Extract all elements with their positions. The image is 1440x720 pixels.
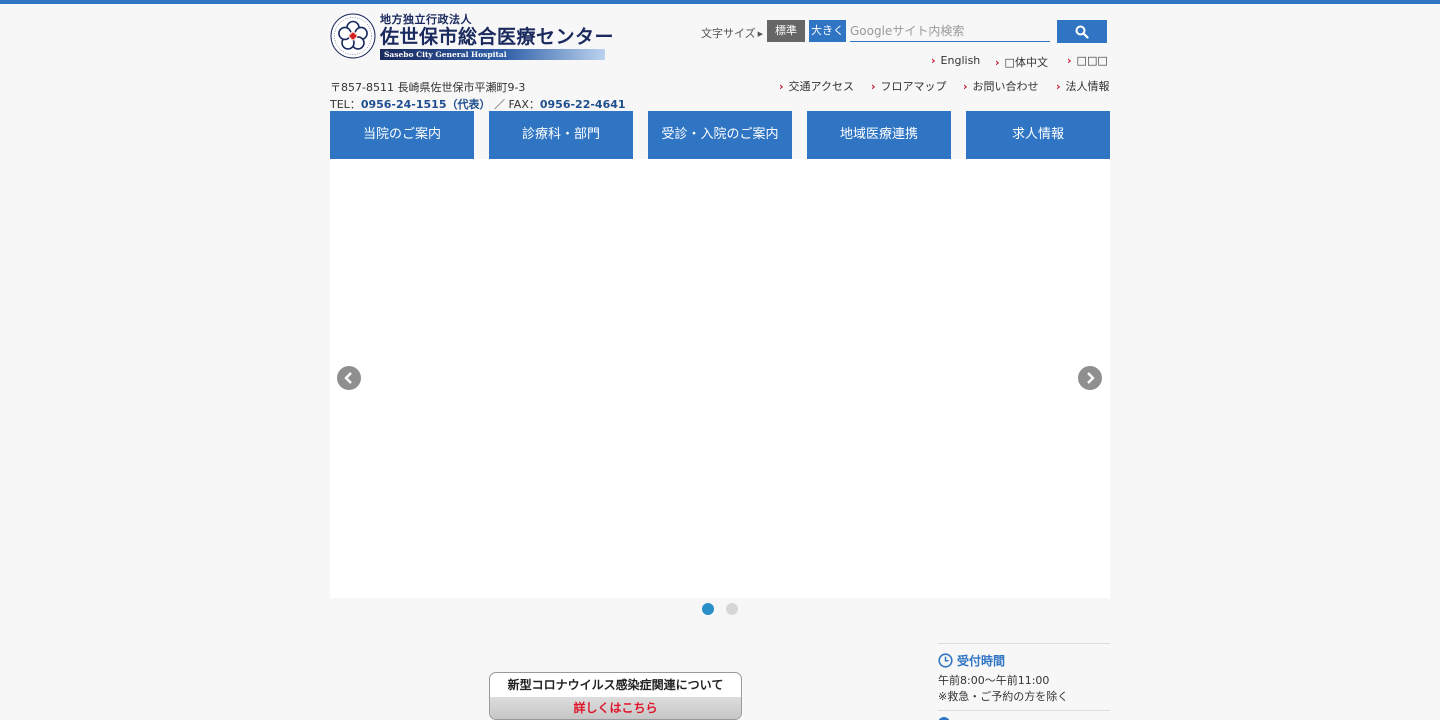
slider-dot-1[interactable] bbox=[702, 603, 714, 615]
chevron-right-icon: › bbox=[871, 80, 876, 93]
floor-map-label: フロアマップ bbox=[880, 80, 947, 93]
font-size-label: 文字サイズ ▶ bbox=[701, 25, 763, 41]
covid-banner-link: 詳しくはこちら bbox=[490, 697, 741, 719]
info-divider bbox=[938, 710, 1110, 711]
fax-number: 0956-22-4641 bbox=[539, 98, 626, 111]
lang-chinese-label: □体中文 bbox=[1004, 56, 1048, 69]
font-size-large-button[interactable]: 大きく bbox=[809, 20, 846, 42]
covid-banner-title: 新型コロナウイルス感染症関連について bbox=[507, 678, 724, 692]
chevron-right-icon: › bbox=[995, 56, 1000, 69]
corporate-info-label: 法人情報 bbox=[1065, 80, 1110, 93]
hospital-emblem-icon bbox=[330, 13, 376, 59]
search-button[interactable] bbox=[1057, 20, 1107, 43]
logo-english-name: Sasebo City General Hospital bbox=[380, 49, 605, 60]
postal-address: 〒857-8511 長崎県佐世保市平瀬町9-3 bbox=[330, 81, 526, 94]
lang-chinese-link[interactable]: › □体中文 bbox=[995, 54, 1048, 70]
site-logo[interactable]: 地方独立行政法人 佐世保市総合医療センター Sasebo City Genera… bbox=[330, 13, 615, 63]
corporate-info-link[interactable]: › 法人情報 bbox=[1056, 78, 1110, 94]
logo-subtitle: 地方独立行政法人 bbox=[380, 13, 472, 26]
chevron-right-icon: › bbox=[1056, 80, 1061, 93]
nav-about[interactable]: 当院のご案内 bbox=[330, 111, 474, 159]
slider-dot-2[interactable] bbox=[726, 603, 738, 615]
tel-label: TEL： bbox=[330, 98, 361, 111]
covid-info-banner[interactable]: 新型コロナウイルス感染症関連について 詳しくはこちら bbox=[489, 672, 742, 720]
nav-recruitment[interactable]: 求人情報 bbox=[966, 111, 1110, 159]
contact-numbers: TEL：0956-24-1515（代表） ／ FAX：0956-22-4641 bbox=[330, 96, 626, 112]
access-link[interactable]: › 交通アクセス bbox=[779, 78, 854, 94]
reception-hours-value: 午前8:00〜午前11:00 bbox=[938, 674, 1050, 687]
lang-english-label: English bbox=[940, 54, 981, 67]
reception-hours-note: ※救急・ご予約の方を除く bbox=[938, 690, 1069, 703]
lang-korean-link[interactable]: › □□□ bbox=[1067, 54, 1108, 67]
chevron-right-icon: › bbox=[963, 80, 968, 93]
chevron-right-icon bbox=[1087, 372, 1095, 384]
clock-icon bbox=[938, 653, 953, 668]
nav-departments[interactable]: 診療科・部門 bbox=[489, 111, 633, 159]
fax-label: FAX： bbox=[508, 98, 540, 111]
reception-title-text: 受付時間 bbox=[957, 654, 1006, 668]
hero-slider bbox=[330, 159, 1110, 598]
font-size-standard-button[interactable]: 標準 bbox=[767, 20, 805, 42]
chevron-right-icon: › bbox=[1067, 54, 1072, 67]
main-navigation: 当院のご案内 診療科・部門 受診・入院のご案内 地域医療連携 求人情報 bbox=[330, 111, 1110, 159]
contact-link[interactable]: › お問い合わせ bbox=[963, 78, 1039, 94]
lang-korean-label: □□□ bbox=[1076, 54, 1108, 67]
search-input[interactable] bbox=[850, 20, 1050, 42]
logo-title: 佐世保市総合医療センター bbox=[380, 26, 615, 48]
search-icon bbox=[1075, 25, 1089, 39]
tel-number[interactable]: 0956-24-1515（代表） bbox=[361, 98, 491, 111]
reception-hours-title: 受付時間 bbox=[938, 652, 1005, 669]
nav-visit-admission[interactable]: 受診・入院のご案内 bbox=[648, 111, 792, 159]
lang-english-link[interactable]: › English bbox=[931, 54, 980, 67]
chevron-left-icon bbox=[344, 372, 352, 384]
floor-map-link[interactable]: › フロアマップ bbox=[871, 78, 947, 94]
separator: ／ bbox=[493, 98, 505, 111]
font-size-label-text: 文字サイズ bbox=[701, 27, 756, 40]
access-label: 交通アクセス bbox=[788, 80, 854, 93]
chevron-right-icon: › bbox=[779, 80, 784, 93]
chevron-right-icon: › bbox=[931, 54, 936, 67]
contact-label: お問い合わせ bbox=[972, 80, 1039, 93]
slider-prev-button[interactable] bbox=[337, 366, 361, 390]
page-container: 地方独立行政法人 佐世保市総合医療センター Sasebo City Genera… bbox=[330, 4, 1110, 720]
slider-next-button[interactable] bbox=[1078, 366, 1102, 390]
nav-regional-cooperation[interactable]: 地域医療連携 bbox=[807, 111, 951, 159]
reception-hours-box: 受付時間 午前8:00〜午前11:00 ※救急・ご予約の方を除く bbox=[938, 643, 1110, 703]
triangle-right-icon: ▶ bbox=[757, 30, 764, 38]
